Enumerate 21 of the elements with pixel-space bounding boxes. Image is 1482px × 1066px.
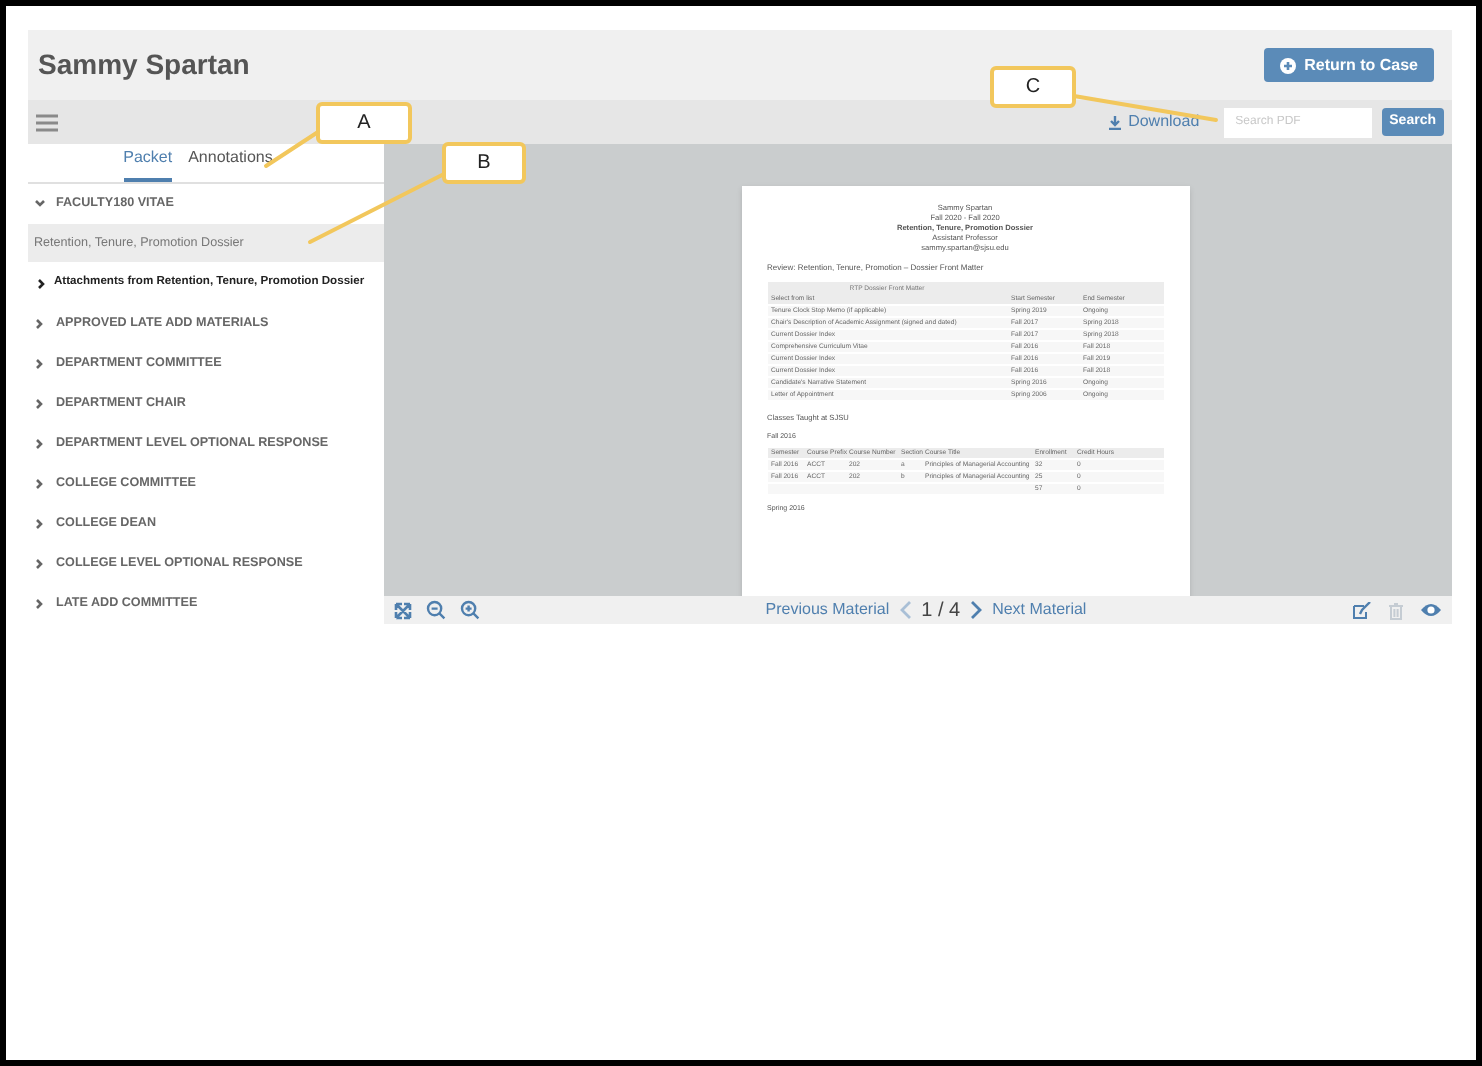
edit-icon[interactable]: [1352, 601, 1372, 619]
tab[interactable]: Annotations: [188, 146, 273, 182]
return-to-case-button[interactable]: Return to Case: [1264, 48, 1434, 82]
previous-material-link[interactable]: Previous Material: [765, 598, 890, 622]
download-icon: [1108, 115, 1123, 129]
tab[interactable]: Packet: [123, 146, 173, 182]
callout-label: B: [442, 142, 526, 184]
zoom-out-icon[interactable]: [426, 600, 446, 620]
eye-icon[interactable]: [1420, 602, 1442, 618]
chevron-down-icon[interactable]: [34, 198, 46, 210]
callout-label: C: [990, 66, 1076, 108]
zoom-in-icon[interactable]: [460, 600, 480, 620]
page-title: Sammy Spartan: [38, 46, 250, 84]
chevron-right-icon[interactable]: [36, 277, 48, 289]
plus-circle-icon: [1280, 57, 1297, 73]
download-link[interactable]: Download: [1108, 110, 1200, 134]
fit-screen-icon[interactable]: [394, 601, 412, 619]
callout-label: A: [316, 102, 412, 144]
page-counter: 1 / 4: [921, 597, 961, 625]
menu-icon[interactable]: [36, 113, 58, 131]
next-material-link[interactable]: Next Material: [992, 598, 1087, 622]
